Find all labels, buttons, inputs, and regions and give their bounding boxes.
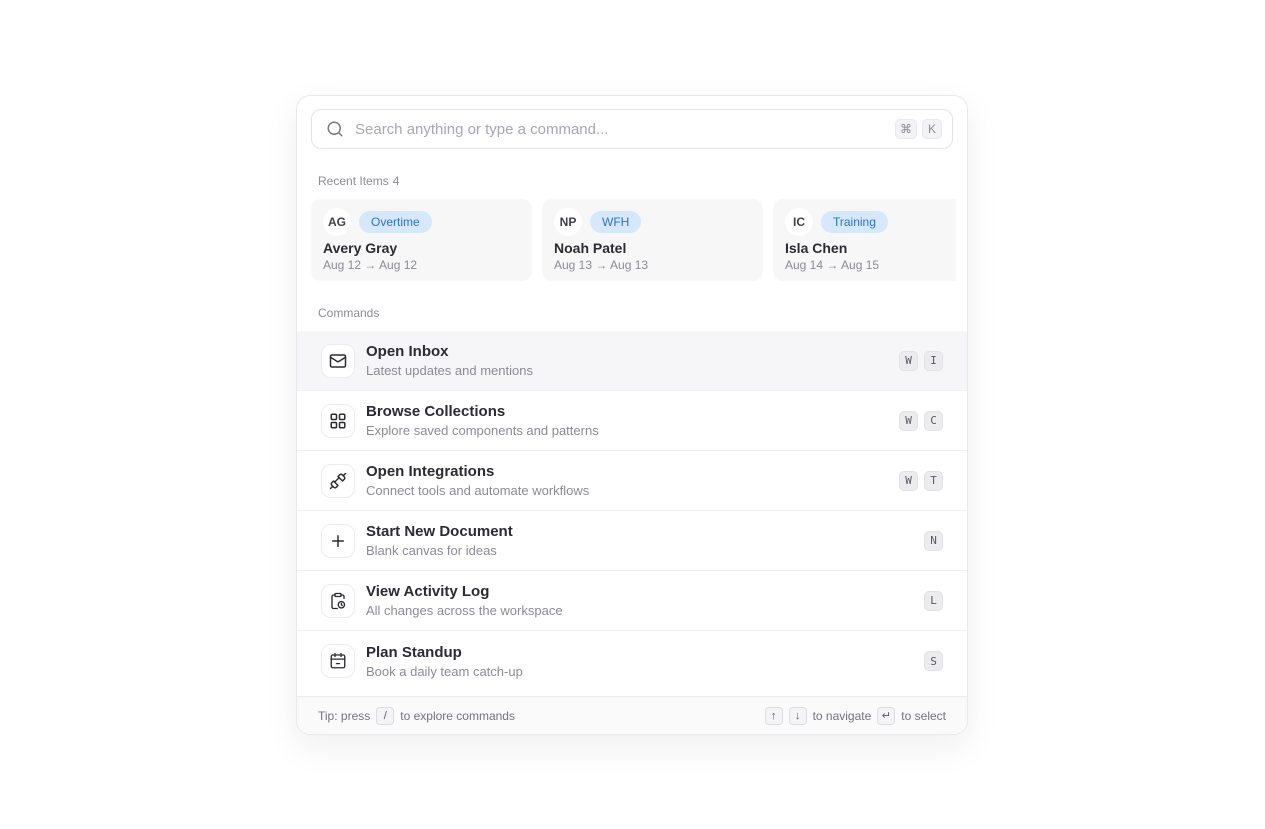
command-title: View Activity Log — [366, 582, 563, 601]
command-title: Open Inbox — [366, 342, 533, 361]
command-subtitle: Latest updates and mentions — [366, 362, 533, 379]
commands-label: Commands — [318, 306, 946, 321]
command-subtitle: Blank canvas for ideas — [366, 542, 513, 559]
card-dates: Aug 12 → Aug 12 — [323, 258, 520, 272]
command-title: Open Integrations — [366, 462, 589, 481]
arrow-down-key-badge: ↓ — [789, 707, 807, 725]
recent-items-row: AG Overtime Avery Gray Aug 12 → Aug 12 N… — [308, 199, 956, 281]
shortcut-key: C — [924, 411, 943, 431]
card-name: Noah Patel — [554, 240, 751, 256]
shortcut-key: I — [924, 351, 943, 371]
command-title: Plan Standup — [366, 643, 523, 662]
slash-key-badge: / — [376, 707, 394, 725]
command-palette: ⌘ K Recent Items4 AG Overtime Avery Gray… — [296, 95, 968, 735]
shortcut-key: T — [924, 471, 943, 491]
recent-items-count: 4 — [393, 174, 400, 188]
search-box[interactable]: ⌘ K — [311, 109, 953, 149]
command-open-integrations[interactable]: Open Integrations Connect tools and auto… — [297, 451, 967, 511]
grid-icon — [321, 404, 355, 438]
tag-badge: Overtime — [359, 211, 432, 233]
palette-footer: Tip: press / to explore commands ↑ ↓ to … — [297, 696, 967, 734]
search-icon — [326, 120, 344, 138]
search-section: ⌘ K — [297, 96, 967, 149]
avatar: IC — [785, 208, 813, 236]
plus-icon — [321, 524, 355, 558]
commands-list: Open Inbox Latest updates and mentions W… — [297, 331, 967, 691]
card-dates: Aug 14 → Aug 15 — [785, 258, 956, 272]
command-open-inbox[interactable]: Open Inbox Latest updates and mentions W… — [297, 331, 967, 391]
recent-card[interactable]: AG Overtime Avery Gray Aug 12 → Aug 12 — [311, 199, 532, 281]
shortcut-key: S — [924, 651, 943, 671]
recent-items-label: Recent Items4 — [318, 174, 946, 189]
command-start-new-document[interactable]: Start New Document Blank canvas for idea… — [297, 511, 967, 571]
avatar: AG — [323, 208, 351, 236]
footer-nav-hints: ↑ ↓ to navigate ↵ to select — [765, 707, 946, 725]
card-dates: Aug 13 → Aug 13 — [554, 258, 751, 272]
command-view-activity-log[interactable]: View Activity Log All changes across the… — [297, 571, 967, 631]
tag-badge: Training — [821, 211, 888, 233]
command-title: Start New Document — [366, 522, 513, 541]
arrow-up-key-badge: ↑ — [765, 707, 783, 725]
command-title: Browse Collections — [366, 402, 599, 421]
command-subtitle: All changes across the workspace — [366, 602, 563, 619]
tag-badge: WFH — [590, 211, 641, 233]
recent-card[interactable]: NP WFH Noah Patel Aug 13 → Aug 13 — [542, 199, 763, 281]
command-browse-collections[interactable]: Browse Collections Explore saved compone… — [297, 391, 967, 451]
clipboard-clock-icon — [321, 584, 355, 618]
command-subtitle: Book a daily team catch-up — [366, 663, 523, 680]
calendar-icon — [321, 644, 355, 678]
footer-tip: Tip: press / to explore commands — [318, 707, 515, 725]
shortcut-key: W — [899, 471, 918, 491]
command-subtitle: Connect tools and automate workflows — [366, 482, 589, 499]
command-plan-standup[interactable]: Plan Standup Book a daily team catch-up … — [297, 631, 967, 691]
search-input[interactable] — [355, 121, 890, 138]
card-name: Avery Gray — [323, 240, 520, 256]
shortcut-key: W — [899, 411, 918, 431]
shortcut-key: W — [899, 351, 918, 371]
card-name: Isla Chen — [785, 240, 956, 256]
shortcut-key: L — [924, 591, 943, 611]
command-subtitle: Explore saved components and patterns — [366, 422, 599, 439]
recent-card[interactable]: IC Training Isla Chen Aug 14 → Aug 15 — [773, 199, 956, 281]
plug-icon — [321, 464, 355, 498]
avatar: NP — [554, 208, 582, 236]
enter-key-badge: ↵ — [877, 707, 895, 725]
shortcut-key: N — [924, 531, 943, 551]
mail-icon — [321, 344, 355, 378]
cmd-key-badge: ⌘ — [895, 119, 917, 139]
k-key-badge: K — [922, 119, 942, 139]
